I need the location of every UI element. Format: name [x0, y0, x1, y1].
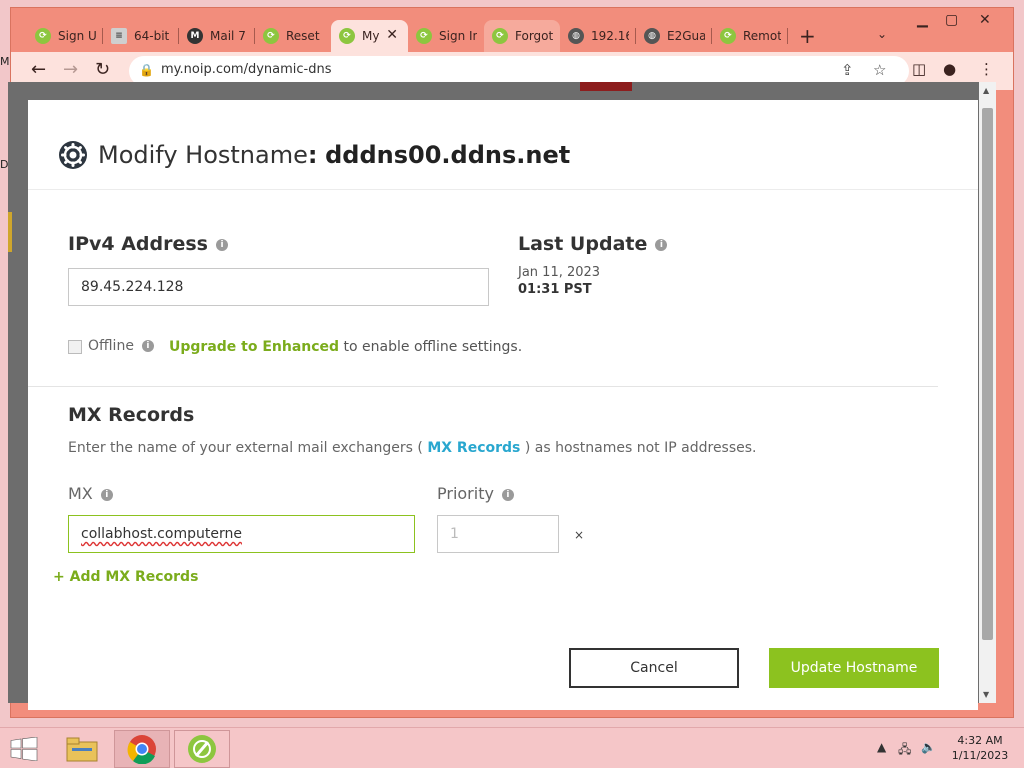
- last-update-date: Jan 11, 2023: [518, 265, 601, 280]
- scrollbar-thumb[interactable]: [982, 108, 993, 640]
- cancel-button[interactable]: Cancel: [569, 648, 739, 688]
- offline-checkbox[interactable]: [68, 340, 82, 354]
- remove-mx-icon[interactable]: ×: [574, 528, 584, 542]
- noip-icon: ⟳: [263, 28, 279, 44]
- modal-header: Modify Hostname: dddns00.ddns.net: [28, 100, 978, 190]
- modify-hostname-modal: Modify Hostname: dddns00.ddns.net IPv4 A…: [28, 100, 978, 710]
- tab-title: 64-bit: [134, 29, 170, 43]
- maximize-icon[interactable]: ▢: [945, 12, 958, 28]
- tab-title: Sign In: [439, 29, 477, 43]
- page-background-element: [8, 212, 12, 252]
- tab-title: My: [362, 29, 380, 43]
- mail-m-icon: M: [187, 28, 203, 44]
- side-panel-icon[interactable]: ◫: [912, 60, 926, 78]
- tab[interactable]: ◍ 192.16: [560, 20, 636, 52]
- add-mx-records-button[interactable]: + Add MX Records: [53, 569, 198, 585]
- scroll-up-icon[interactable]: ▲: [983, 86, 989, 95]
- tab[interactable]: ≡ 64-bit: [103, 20, 179, 52]
- new-tab-button[interactable]: +: [799, 24, 816, 48]
- tab[interactable]: ⟳ Reset I: [255, 20, 331, 52]
- scroll-down-icon[interactable]: ▼: [983, 690, 989, 699]
- tray-expand-icon[interactable]: ▲: [877, 740, 886, 754]
- tab-title: Mail 7: [210, 29, 246, 43]
- hostname-text: dddns00.ddns.net: [325, 141, 571, 169]
- modal-title-prefix: Modify Hostname: [98, 141, 308, 169]
- tab-strip: ⟳ Sign U ≡ 64-bit M Mail 7 ⟳ Reset I ⟳ My ✕ ⟳…: [11, 8, 1013, 52]
- info-icon[interactable]: i: [141, 340, 154, 352]
- noip-icon: ⟳: [492, 28, 508, 44]
- scrollbar[interactable]: ▲ ▼: [979, 82, 996, 703]
- windows-start-icon[interactable]: [10, 737, 38, 761]
- info-icon[interactable]: i: [501, 488, 514, 501]
- tab[interactable]: ⟳ Forgot: [484, 20, 560, 52]
- section-divider: [28, 386, 938, 387]
- mx-input[interactable]: collabhost.computerne: [68, 515, 415, 553]
- globe-icon: ◍: [644, 28, 660, 44]
- mx-records-heading: MX Records: [68, 404, 195, 426]
- noip-icon: ⟳: [339, 28, 355, 44]
- modal-title-separator: :: [307, 141, 318, 169]
- tab[interactable]: M Mail 7: [179, 20, 255, 52]
- close-window-icon[interactable]: ✕: [979, 12, 991, 28]
- priority-label: Priority i: [437, 484, 514, 503]
- mx-records-link[interactable]: MX Records: [427, 440, 520, 456]
- mx-label: MX i: [68, 484, 113, 503]
- globe-icon: ◍: [568, 28, 584, 44]
- tab[interactable]: ⟳ Sign In: [408, 20, 484, 52]
- noip-duc-icon[interactable]: [174, 730, 230, 768]
- upgrade-notice: Upgrade to Enhanced to enable offline se…: [169, 339, 522, 355]
- offline-label: Offline i: [88, 338, 154, 354]
- url-text[interactable]: my.noip.com/dynamic-dns: [161, 62, 332, 77]
- gear-icon: [59, 141, 87, 169]
- menu-kebab-icon[interactable]: ⋮: [979, 60, 994, 78]
- tab-title: Reset I: [286, 29, 324, 43]
- tab[interactable]: ⟳ Sign U: [27, 20, 103, 52]
- tab-active[interactable]: ⟳ My ✕: [331, 20, 408, 52]
- upgrade-text: to enable offline settings.: [339, 339, 523, 355]
- taskbar: ▲ 🖧 🔈 4:32 AM 1/11/2023: [0, 727, 1024, 768]
- ipv4-label: IPv4 Address i: [68, 233, 228, 255]
- file-explorer-icon[interactable]: [54, 730, 110, 768]
- modal-title: Modify Hostname: dddns00.ddns.net: [98, 141, 570, 169]
- noip-icon: ⟳: [35, 28, 51, 44]
- ipv4-input[interactable]: 89.45.224.128: [68, 268, 489, 306]
- tab-title: Remot: [743, 29, 781, 43]
- noip-icon: ⟳: [720, 28, 736, 44]
- lock-icon: 🔒: [139, 63, 154, 77]
- desktop-fragment: M: [0, 55, 10, 68]
- volume-icon[interactable]: 🔈: [921, 740, 936, 754]
- tab-search-icon[interactable]: ⌄: [877, 27, 887, 41]
- priority-input[interactable]: 1: [437, 515, 559, 553]
- tab-title: E2Gua: [667, 29, 705, 43]
- reload-icon[interactable]: ↻: [95, 59, 110, 80]
- chrome-icon[interactable]: [114, 730, 170, 768]
- minimize-icon[interactable]: ▁: [917, 12, 928, 28]
- info-icon[interactable]: i: [216, 238, 228, 251]
- document-icon: ≡: [111, 28, 127, 44]
- update-hostname-button[interactable]: Update Hostname: [769, 648, 939, 688]
- bookmark-star-icon[interactable]: ☆: [873, 61, 886, 79]
- page-background-element: [580, 82, 632, 91]
- back-icon[interactable]: ←: [31, 59, 46, 80]
- tab-title: Forgot: [515, 29, 553, 43]
- noip-icon: ⟳: [416, 28, 432, 44]
- mx-description: Enter the name of your external mail exc…: [68, 440, 757, 456]
- last-update-label: Last Update i: [518, 233, 668, 255]
- upgrade-link[interactable]: Upgrade to Enhanced: [169, 339, 339, 355]
- share-icon[interactable]: ⇪: [841, 61, 854, 79]
- forward-icon[interactable]: →: [63, 59, 78, 80]
- last-update-time: 01:31 PST: [518, 282, 592, 297]
- tab-title: Sign U: [58, 29, 96, 43]
- taskbar-clock[interactable]: 4:32 AM 1/11/2023: [950, 733, 1010, 763]
- profile-icon[interactable]: ●: [943, 60, 956, 78]
- info-icon[interactable]: i: [100, 488, 113, 501]
- tab[interactable]: ⟳ Remot: [712, 20, 788, 52]
- tab-title: 192.16: [591, 29, 629, 43]
- close-tab-icon[interactable]: ✕: [386, 27, 398, 43]
- info-icon[interactable]: i: [655, 238, 668, 251]
- network-icon[interactable]: 🖧: [898, 740, 911, 761]
- tab[interactable]: ◍ E2Gua: [636, 20, 712, 52]
